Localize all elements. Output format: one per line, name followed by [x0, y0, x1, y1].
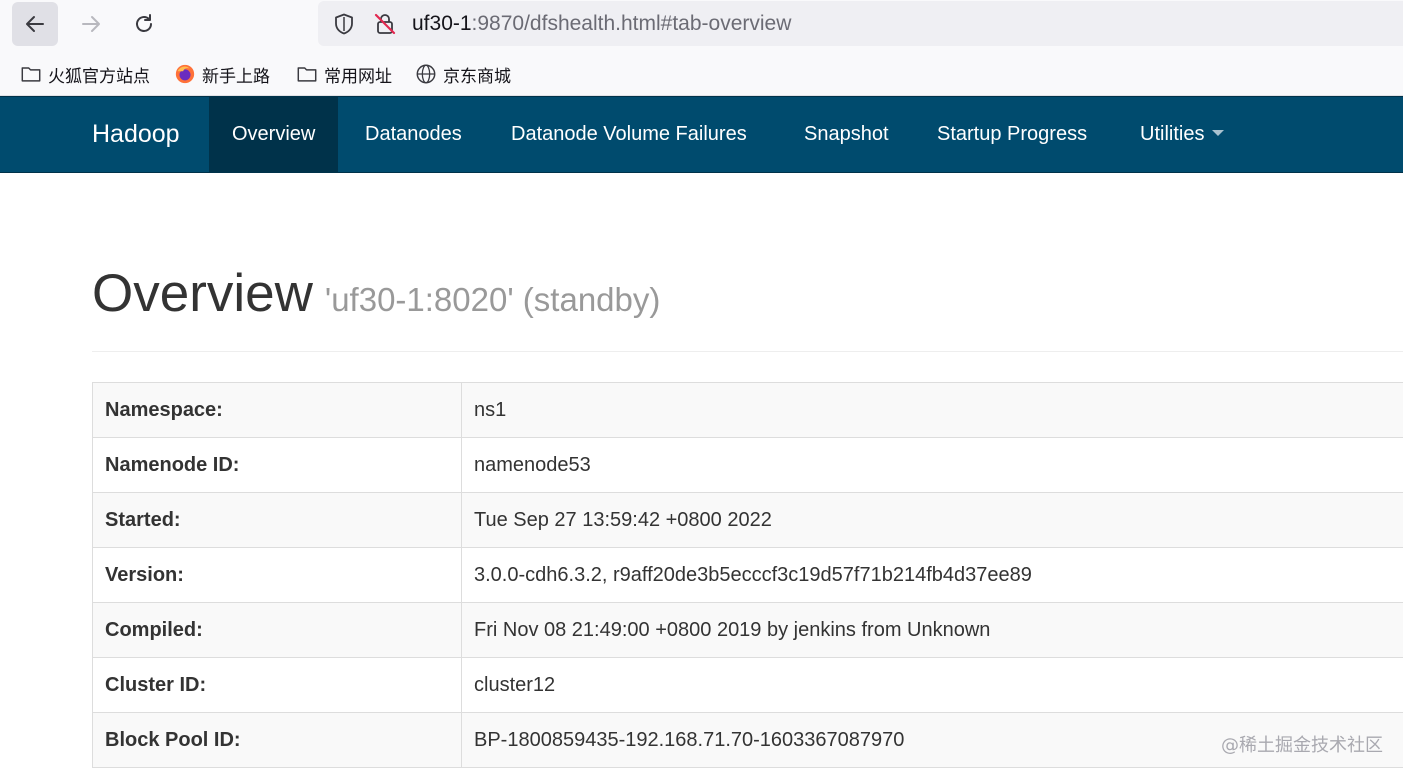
- arrow-right-icon: [82, 16, 100, 32]
- nav-startup-progress[interactable]: Startup Progress: [914, 97, 1110, 172]
- nav-datanodes[interactable]: Datanodes: [342, 97, 485, 172]
- bookmark-getting-started[interactable]: 新手上路: [174, 62, 270, 87]
- table-row: Namespace: ns1: [92, 382, 1403, 438]
- bookmark-huohu-official[interactable]: 火狐官方站点: [20, 62, 150, 87]
- table-row: Compiled: Fri Nov 08 21:49:00 +0800 2019…: [92, 602, 1403, 658]
- caret-down-icon: [1212, 129, 1225, 136]
- firefox-icon: [175, 64, 195, 84]
- row-key: Namespace:: [92, 382, 462, 438]
- bookmark-common-sites[interactable]: 常用网址: [296, 62, 392, 87]
- row-value: namenode53: [461, 437, 1403, 493]
- bookmarks-bar: 火狐官方站点 新手上路 常用网址 京东商城: [0, 48, 1403, 96]
- brand-logo[interactable]: Hadoop: [92, 97, 180, 172]
- bookmark-label: 火狐官方站点: [48, 66, 150, 87]
- folder-icon: [297, 67, 317, 82]
- bookmark-label: 京东商城: [443, 66, 511, 87]
- table-row: Started: Tue Sep 27 13:59:42 +0800 2022: [92, 492, 1403, 548]
- nav-datanode-volume-failures[interactable]: Datanode Volume Failures: [488, 97, 770, 172]
- table-row: Cluster ID: cluster12: [92, 657, 1403, 713]
- heading-divider: [92, 351, 1403, 352]
- row-key: Compiled:: [92, 602, 462, 658]
- bookmark-label: 常用网址: [324, 66, 392, 87]
- reload-icon: [136, 14, 152, 32]
- nav-overview[interactable]: Overview: [209, 97, 339, 172]
- row-value: Fri Nov 08 21:49:00 +0800 2019 by jenkin…: [461, 602, 1403, 658]
- page-title: Overview 'uf30-1:8020' (standby): [92, 262, 660, 326]
- row-value: cluster12: [461, 657, 1403, 713]
- url-host: uf30-1: [412, 12, 472, 35]
- overview-table: Namespace: ns1 Namenode ID: namenode53 S…: [92, 382, 1403, 768]
- insecure-lock-icon[interactable]: [373, 12, 397, 36]
- row-key: Started:: [92, 492, 462, 548]
- row-value: 3.0.0-cdh6.3.2, r9aff20de3b5ecccf3c19d57…: [461, 547, 1403, 603]
- reload-button[interactable]: [121, 2, 167, 46]
- nav-utilities-label: Utilities: [1140, 123, 1205, 145]
- page-title-main: Overview: [92, 264, 313, 323]
- bookmark-jd-mall[interactable]: 京东商城: [415, 62, 511, 87]
- row-value: Tue Sep 27 13:59:42 +0800 2022: [461, 492, 1403, 548]
- bookmark-label: 新手上路: [202, 66, 270, 87]
- url-path: :9870/dfshealth.html#tab-overview: [471, 12, 792, 35]
- folder-icon: [21, 67, 41, 82]
- watermark: @稀土掘金技术社区: [1221, 735, 1383, 756]
- row-key: Namenode ID:: [92, 437, 462, 493]
- table-row: Namenode ID: namenode53: [92, 437, 1403, 493]
- row-key: Version:: [92, 547, 462, 603]
- back-button[interactable]: [12, 2, 58, 46]
- address-bar[interactable]: uf30-1:9870/dfshealth.html#tab-overview: [318, 1, 1403, 46]
- nav-snapshot[interactable]: Snapshot: [781, 97, 912, 172]
- nav-utilities-dropdown[interactable]: Utilities: [1117, 97, 1247, 172]
- forward-button[interactable]: [68, 2, 114, 46]
- browser-toolbar: uf30-1:9870/dfshealth.html#tab-overview: [0, 0, 1403, 48]
- table-row: Block Pool ID: BP-1800859435-192.168.71.…: [92, 712, 1403, 768]
- row-key: Block Pool ID:: [92, 712, 462, 768]
- page-title-subtitle: 'uf30-1:8020' (standby): [324, 281, 661, 318]
- arrow-left-icon: [26, 16, 44, 32]
- globe-icon: [416, 64, 436, 84]
- row-value: ns1: [461, 382, 1403, 438]
- shield-icon[interactable]: [332, 12, 356, 36]
- table-row: Version: 3.0.0-cdh6.3.2, r9aff20de3b5ecc…: [92, 547, 1403, 603]
- url-text: uf30-1:9870/dfshealth.html#tab-overview: [412, 11, 791, 37]
- row-key: Cluster ID:: [92, 657, 462, 713]
- hadoop-navbar: Hadoop Overview Datanodes Datanode Volum…: [0, 96, 1403, 173]
